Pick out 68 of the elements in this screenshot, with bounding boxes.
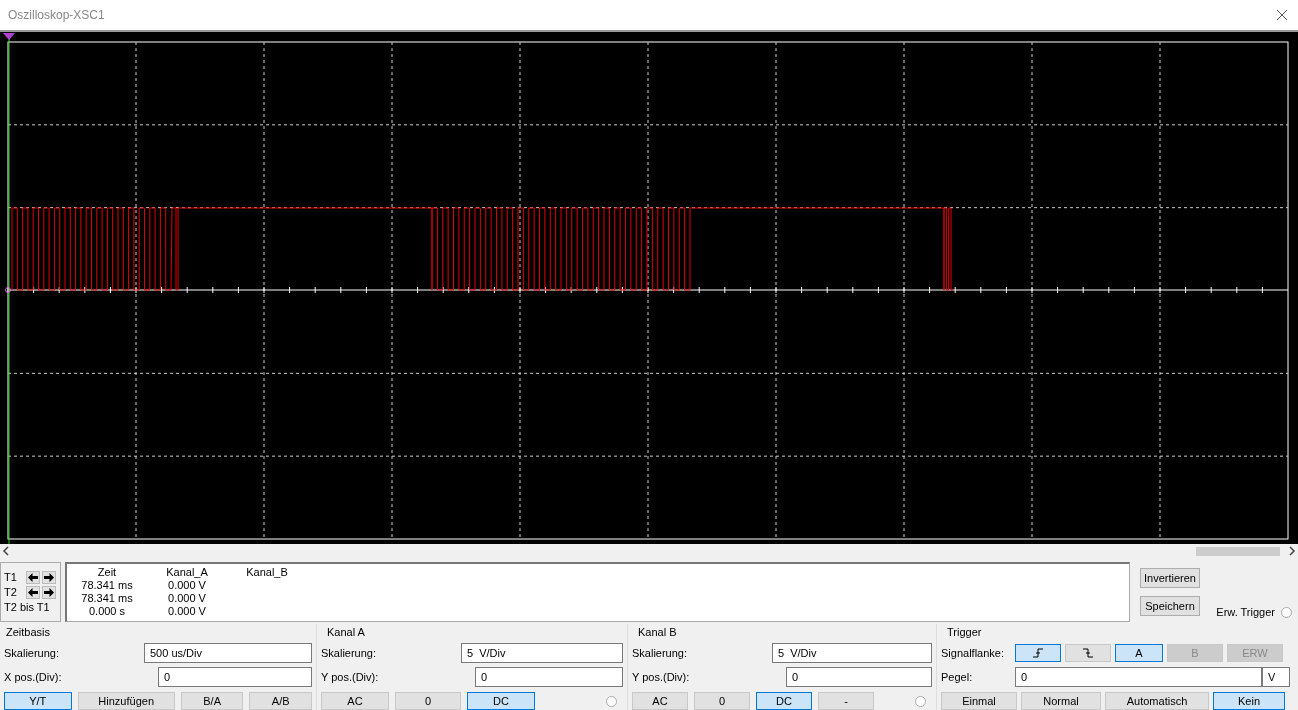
section-title: Kanal A (326, 626, 366, 640)
column-header: Kanal_A (165, 566, 209, 580)
scrollbar-thumb[interactable] (1196, 546, 1280, 556)
coupling-button[interactable]: DC (467, 692, 535, 710)
scale-field[interactable]: 5 V/Div (461, 643, 623, 663)
table-cell-text: 0.000 V (167, 592, 207, 606)
radio-button[interactable] (1281, 606, 1292, 618)
field-label: Signalflanke: (941, 647, 1005, 659)
mode-button[interactable]: Y/T (4, 692, 72, 710)
position-field[interactable]: 0 (786, 667, 932, 687)
position-field[interactable]: 0 (475, 667, 623, 687)
trigger-mode-button[interactable]: Einmal (941, 692, 1017, 710)
trigger-mode-button[interactable]: Automatisch (1105, 692, 1209, 710)
trigger-mode-button[interactable]: Normal (1021, 692, 1101, 710)
table-cell-text: 0.000 s (87, 605, 127, 619)
field-label: Skalierung: (4, 647, 61, 659)
coupling-button[interactable]: AC (321, 692, 389, 710)
window-title: Oszilloskop-XSC1 (8, 7, 105, 22)
channel-marker-icon (5, 286, 11, 293)
field-label: X pos.(Div): (4, 671, 63, 683)
radio-button[interactable] (606, 695, 617, 707)
column-header: Kanal_B (245, 566, 289, 580)
cursor-handle-icon[interactable] (3, 32, 15, 40)
falling-edge-icon (1082, 648, 1094, 658)
mode-button[interactable]: B/A (180, 692, 244, 710)
column-header: Zeit (96, 566, 118, 580)
field-label: Y pos.(Div): (632, 671, 691, 683)
scale-field[interactable]: 5 V/Div (772, 643, 932, 663)
unit-field: V (1262, 667, 1290, 687)
table-cell-text: 0.000 V (167, 605, 207, 619)
move-right-button[interactable] (42, 570, 56, 584)
action-button[interactable]: Speichern (1140, 596, 1200, 617)
edge-button[interactable] (1015, 644, 1061, 662)
move-left-button[interactable] (26, 570, 40, 584)
field-label: Skalierung: (321, 647, 378, 659)
field-label: Pegel: (941, 671, 974, 683)
coupling-button[interactable]: 0 (694, 692, 750, 710)
cursor-label: T1 (4, 571, 18, 584)
section-title: Trigger (946, 626, 983, 640)
cursor-label: T2 (4, 586, 18, 599)
section-title: Kanal B (637, 626, 678, 640)
section-title: Zeitbasis (5, 626, 52, 640)
coupling-button[interactable]: DC (756, 692, 812, 710)
scroll-left-icon[interactable] (2, 546, 10, 557)
field-label: Y pos.(Div): (321, 671, 380, 683)
mode-button[interactable]: Hinzufügen (77, 692, 175, 710)
trigger-mode-button[interactable]: Kein (1213, 692, 1285, 710)
radio-button[interactable] (915, 695, 926, 707)
mode-button[interactable]: A/B (249, 692, 312, 710)
scroll-right-icon[interactable] (1288, 546, 1296, 557)
level-field[interactable]: 0 (1015, 667, 1262, 687)
field-label: Skalierung: (632, 647, 689, 659)
coupling-button[interactable]: AC (632, 692, 688, 710)
edge-button[interactable] (1065, 644, 1111, 662)
table-cell-text: 78.341 ms (80, 592, 134, 606)
action-button[interactable]: Invertieren (1140, 568, 1200, 589)
table-cell-text: 0.000 V (167, 579, 207, 593)
scale-field[interactable]: 500 us/Div (144, 643, 312, 663)
coupling-button[interactable]: 0 (395, 692, 461, 710)
source-button[interactable]: A (1115, 644, 1163, 662)
move-left-button[interactable] (26, 585, 40, 599)
coupling-button[interactable]: - (818, 692, 874, 710)
table-cell-text: 78.341 ms (80, 579, 134, 593)
move-right-button[interactable] (42, 585, 56, 599)
rising-edge-icon (1032, 648, 1044, 658)
position-field[interactable]: 0 (158, 667, 312, 687)
cursor-label: T2 bis T1 (4, 601, 50, 614)
option-label: Erw. Trigger (1216, 606, 1275, 619)
